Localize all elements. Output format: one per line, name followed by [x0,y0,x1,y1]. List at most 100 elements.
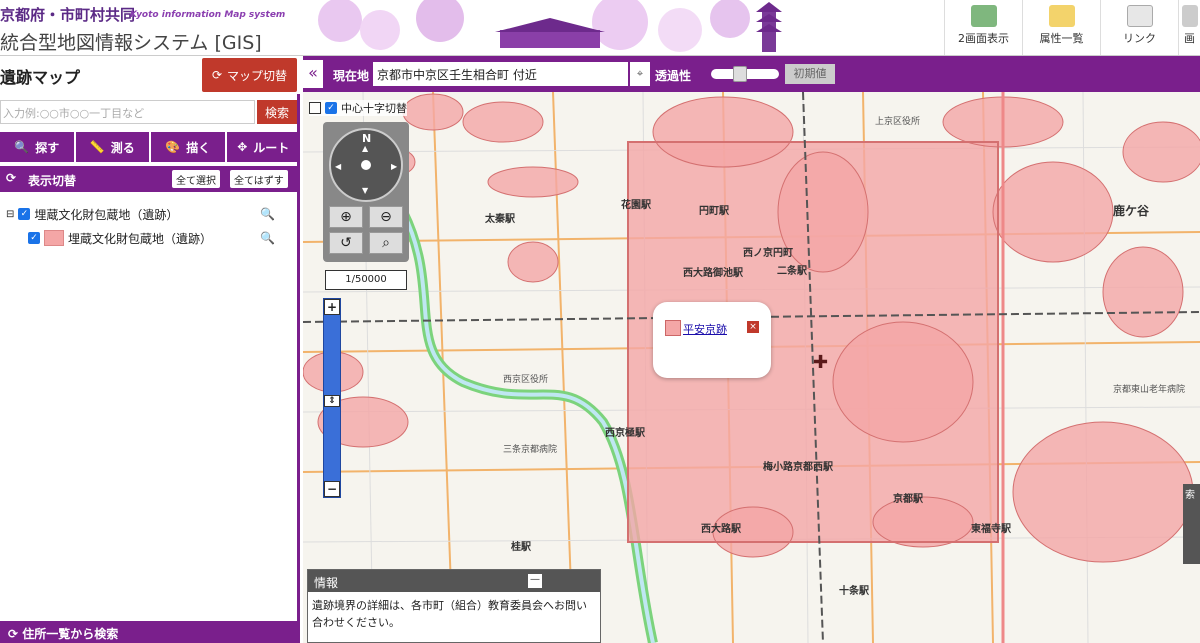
collapse-panel-button[interactable]: « [303,60,323,88]
system-title: 統合型地図情報システム [GIS] [0,32,262,54]
map-label: 梅小路京都西駅 [763,462,833,473]
pan-up-arrow-icon[interactable]: ▲ [362,144,368,153]
map-label: 太秦駅 [485,214,515,225]
ruler-icon: 📏 [89,140,105,154]
magnifier-icon[interactable]: 🔍 [260,207,275,221]
current-location-value: 京都市中京区壬生相合町 付近 [373,62,628,86]
center-crosshair-icon: ✚ [813,352,829,373]
panel-titlebar: 遺跡マップ ⟳ マップ切替 [0,56,300,94]
center-dot-icon[interactable] [361,160,371,170]
map-view[interactable]: 花園駅 円町駅 太秦駅 西ノ京円町 二条駅 西大路御池駅 西京極駅 梅小路京都西… [303,92,1200,643]
map-label: 西大路御池駅 [683,268,743,279]
map-switch-button[interactable]: ⟳ マップ切替 [202,58,297,92]
toolbar: 🔍 探す 📏 測る 🎨 描く ✥ ルート [0,132,300,162]
pan-down-arrow-icon[interactable]: ▼ [362,186,368,195]
zoom-in-button[interactable]: + [324,299,340,315]
map-label: 西京極駅 [605,428,645,439]
transparency-slider[interactable] [711,66,779,82]
print-icon [1181,5,1198,27]
link-button[interactable]: リンク [1100,0,1178,55]
palette-icon: 🎨 [165,140,181,154]
map-label: 上京区役所 [875,117,921,127]
zoom-box-button[interactable]: ⌕ [369,232,403,254]
info-body: 遺跡境界の詳細は、各市町（組合）教育委員会へお問い合わせください。 [312,599,587,629]
zoom-out-lens-button[interactable]: ⊖ [369,206,403,228]
address-list-search-bar[interactable]: ⟳ 住所一覧から検索 [0,621,297,643]
map-label: 桂駅 [511,542,531,553]
map-label: 西ノ京円町 [743,248,793,259]
search-icon: 🔍 [14,140,30,154]
crosshair-checkbox[interactable]: ✓ [325,102,337,114]
map-scale: 1/50000 [325,270,407,290]
layer-toggle-icon[interactable] [309,102,321,114]
side-tab[interactable]: 索 [1183,484,1200,564]
map-toolbar: « 現在地 京都市中京区壬生相合町 付近 ⌖ 透過性 初期値 [303,56,1200,92]
document-list-icon [1048,5,1075,27]
panel-title: 遺跡マップ [0,68,81,87]
map-label: 十条駅 [839,586,869,597]
zoom-in-lens-button[interactable]: ⊕ [329,206,363,228]
layer-parent-row: ⊟ ✓ 埋蔵文化財包蔵地（遺跡） 🔍 [6,207,275,222]
org-name: 京都府・市町村共同 [0,6,136,24]
map-label: 二条駅 [777,266,807,277]
org-name-en: Kyoto information Map system [130,10,286,20]
popup-feature-link[interactable]: 平安京跡 [683,321,727,337]
layer-tree: ⊟ ✓ 埋蔵文化財包蔵地（遺跡） 🔍 ✓ 埋蔵文化財包蔵地（遺跡） 🔍 [6,202,275,250]
layer-child-row: ✓ 埋蔵文化財包蔵地（遺跡） 🔍 [6,226,275,250]
layer-child-checkbox[interactable]: ✓ [28,232,40,244]
map-label: 鹿ケ谷 [1113,204,1150,218]
current-location-label: 現在地 [333,69,370,83]
address-search-input[interactable]: 入力例:○○市○○一丁目など [0,100,255,124]
refresh-icon: ⟳ [8,627,19,641]
map-label: 西京区役所 [503,375,549,385]
split-screen-button[interactable]: 2画面表示 [944,0,1022,55]
pan-left-arrow-icon[interactable]: ◀ [335,162,341,171]
map-navigator: N ▲ ▼ ◀ ▶ ⊕ ⊖ ↺ ⌕ [323,122,409,262]
map-label: 東福寺駅 [971,524,1011,535]
link-envelope-icon [1126,5,1153,27]
magnifier-icon[interactable]: 🔍 [260,231,275,245]
route-icon: ✥ [237,140,248,154]
layer-swatch [44,230,64,246]
zoom-slider[interactable]: + ⇕ − [323,298,341,498]
popup-close-button[interactable]: × [747,321,759,333]
info-minimize-button[interactable]: — [528,574,542,588]
zoom-out-button[interactable]: − [324,481,340,497]
zoom-slider-knob[interactable]: ⇕ [324,395,340,407]
refresh-icon: ⟳ [211,68,223,82]
compass-pan-control[interactable]: N ▲ ▼ ◀ ▶ [329,128,403,202]
popup-swatch [665,320,681,336]
app-header: 京都府・市町村共同 Kyoto information Map system 統… [0,0,1200,56]
map-label: 円町駅 [699,206,729,217]
display-switch-title: 表示切替 [28,174,77,188]
rotate-reset-button[interactable]: ↺ [329,232,363,254]
deselect-all-button[interactable]: 全てはずす [230,170,288,188]
crosshair-toggle[interactable]: ✓ 中心十字切替 [309,100,407,116]
find-tool-button[interactable]: 🔍 探す [0,132,74,162]
locate-icon[interactable]: ⌖ [630,62,650,86]
pan-right-arrow-icon[interactable]: ▶ [391,162,397,171]
transparency-label: 透過性 [655,69,692,83]
collapse-toggle-icon[interactable]: ⊟ [6,209,14,220]
measure-tool-button[interactable]: 📏 測る [75,132,149,162]
draw-tool-button[interactable]: 🎨 描く [151,132,225,162]
split-screen-icon [970,5,997,27]
left-panel: 遺跡マップ ⟳ マップ切替 入力例:○○市○○一丁目など 検索 🔍 探す 📏 測る … [0,56,300,643]
map-label: 京都駅 [893,494,923,505]
map-label: 花園駅 [621,200,651,211]
reset-transparency-button[interactable]: 初期値 [785,64,835,84]
info-panel: 情報 — 遺跡境界の詳細は、各市町（組合）教育委員会へお問い合わせください。 [307,569,601,643]
search-button[interactable]: 検索 [257,100,297,124]
attribute-list-button[interactable]: 属性一覧 [1022,0,1100,55]
print-button[interactable]: 画 [1178,0,1200,55]
map-label: 京都東山老年病院 [1113,385,1186,395]
header-decoration-image [318,0,782,52]
feature-popup: 平安京跡 × [653,302,771,378]
route-tool-button[interactable]: ✥ ルート [226,132,300,162]
map-label: 西大路駅 [701,524,741,535]
display-switch-bar: ⟳ 表示切替 全て選択 全てはずす [0,166,300,192]
select-all-button[interactable]: 全て選択 [172,170,220,188]
layer-parent-checkbox[interactable]: ✓ [18,208,31,220]
transparency-slider-knob[interactable] [732,66,747,82]
map-label: 三条京都病院 [503,445,558,455]
